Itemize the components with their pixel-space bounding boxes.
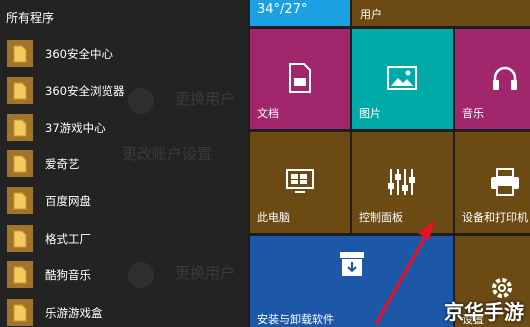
folder-icon <box>7 225 33 252</box>
folder-icon <box>7 261 33 288</box>
document-icon <box>283 61 317 95</box>
app-item-360-browser[interactable]: 360安全浏览器 <box>0 72 240 109</box>
folder-icon <box>7 150 33 177</box>
devices-printers-tile[interactable]: 设备和打印机 <box>455 132 530 233</box>
app-label: 百度网盘 <box>45 193 91 208</box>
app-label: 格式工厂 <box>45 231 91 246</box>
picture-icon <box>385 61 419 95</box>
app-item-baidu-netdisk[interactable]: 百度网盘 <box>0 182 240 219</box>
documents-tile[interactable]: 文档 <box>250 29 350 129</box>
app-label: 37游戏中心 <box>45 120 106 135</box>
uninstall-tile[interactable]: 安装与卸载软件 <box>250 236 453 327</box>
section-header: 所有程序 <box>6 11 55 25</box>
watermark: 京华手游 <box>444 300 524 324</box>
weather-tile[interactable]: 34°/27° <box>250 0 350 26</box>
app-item-leyou-games[interactable]: 乐游游戏盒 <box>0 294 240 327</box>
folder-icon <box>7 299 33 326</box>
tile-label: 文档 <box>257 107 279 120</box>
box-icon <box>335 248 369 280</box>
tile-label: 此电脑 <box>257 211 290 224</box>
app-label: 360安全浏览器 <box>45 83 125 98</box>
app-label: 360安全中心 <box>45 46 113 61</box>
app-label: 酷狗音乐 <box>45 267 91 282</box>
tile-label: 图片 <box>359 107 381 120</box>
monitor-icon <box>283 165 317 199</box>
app-label: 爱奇艺 <box>45 156 80 171</box>
user-tile[interactable]: 用户 <box>352 0 530 26</box>
this-pc-tile[interactable]: 此电脑 <box>250 132 350 233</box>
user-tile-label: 用户 <box>360 8 382 21</box>
printer-icon <box>488 165 522 199</box>
app-item-37-games[interactable]: 37游戏中心 <box>0 109 240 146</box>
headphones-icon <box>488 61 522 95</box>
music-tile[interactable]: 音乐 <box>455 29 530 129</box>
app-label: 乐游游戏盒 <box>45 305 103 320</box>
tile-label: 音乐 <box>462 107 484 120</box>
folder-icon <box>7 187 33 214</box>
tile-label: 安装与卸载软件 <box>257 313 334 326</box>
folder-icon <box>7 77 33 104</box>
app-item-iqiyi[interactable]: 爱奇艺 <box>0 145 240 182</box>
folder-icon <box>7 114 33 141</box>
app-item-kugou-music[interactable]: 酷狗音乐 <box>0 256 240 293</box>
pictures-tile[interactable]: 图片 <box>352 29 453 129</box>
app-item-360-security[interactable]: 360安全中心 <box>0 35 240 72</box>
control-panel-tile[interactable]: 控制面板 <box>352 132 453 233</box>
folder-icon <box>7 40 33 67</box>
tile-label: 设备和打印机 <box>462 211 528 224</box>
sliders-icon <box>383 165 419 199</box>
app-item-format-factory[interactable]: 格式工厂 <box>0 220 240 257</box>
tile-label: 控制面板 <box>359 211 403 224</box>
all-programs-pane: 更换用户 更改账户设置 更换用户 所有程序 360安全中心 360安全浏览器 3… <box>0 0 248 327</box>
weather-temp-label: 34°/27° <box>257 2 308 17</box>
